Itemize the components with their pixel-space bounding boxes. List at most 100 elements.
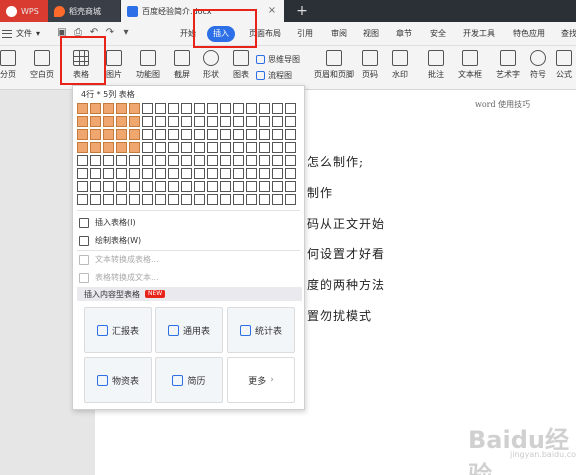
grid-cell[interactable] <box>155 155 166 166</box>
grid-cell[interactable] <box>207 155 218 166</box>
grid-cell[interactable] <box>272 168 283 179</box>
menu-special-apps[interactable]: 特色应用 <box>513 22 545 46</box>
grid-cell[interactable] <box>207 194 218 205</box>
grid-cell[interactable] <box>181 168 192 179</box>
grid-cell[interactable] <box>168 116 179 127</box>
grid-cell[interactable] <box>142 116 153 127</box>
grid-cell[interactable] <box>142 103 153 114</box>
grid-cell[interactable] <box>155 181 166 192</box>
grid-cell[interactable] <box>272 103 283 114</box>
grid-cell[interactable] <box>116 142 127 153</box>
grid-cell[interactable] <box>90 142 101 153</box>
grid-cell[interactable] <box>259 129 270 140</box>
grid-cell[interactable] <box>259 116 270 127</box>
grid-cell[interactable] <box>220 194 231 205</box>
grid-cell[interactable] <box>129 116 140 127</box>
grid-cell[interactable] <box>103 168 114 179</box>
grid-cell[interactable] <box>181 103 192 114</box>
grid-cell[interactable] <box>116 155 127 166</box>
grid-cell[interactable] <box>246 116 257 127</box>
grid-cell[interactable] <box>77 142 88 153</box>
stats-table-card[interactable]: 统计表 <box>227 307 295 353</box>
tab-docer-shop[interactable]: 稻壳商城 <box>48 0 120 22</box>
grid-cell[interactable] <box>181 181 192 192</box>
grid-cell[interactable] <box>207 129 218 140</box>
grid-cell[interactable] <box>272 155 283 166</box>
grid-cell[interactable] <box>194 155 205 166</box>
grid-cell[interactable] <box>194 168 205 179</box>
symbol-button[interactable]: 符号 <box>530 50 546 80</box>
grid-cell[interactable] <box>142 155 153 166</box>
grid-cell[interactable] <box>233 129 244 140</box>
comment-button[interactable]: 批注 <box>428 50 444 80</box>
grid-cell[interactable] <box>90 116 101 127</box>
grid-cell[interactable] <box>116 116 127 127</box>
menu-security[interactable]: 安全 <box>430 22 446 46</box>
grid-cell[interactable] <box>246 155 257 166</box>
grid-cell[interactable] <box>207 181 218 192</box>
watermark-button[interactable]: 水印 <box>392 50 408 80</box>
grid-cell[interactable] <box>155 142 166 153</box>
grid-cell[interactable] <box>181 129 192 140</box>
page-break-button[interactable]: 分页 <box>0 50 16 80</box>
grid-cell[interactable] <box>155 129 166 140</box>
grid-cell[interactable] <box>90 129 101 140</box>
insert-table-item[interactable]: 插入表格(I) <box>79 217 136 228</box>
grid-cell[interactable] <box>142 129 153 140</box>
grid-cell[interactable] <box>194 129 205 140</box>
grid-cell[interactable] <box>272 194 283 205</box>
grid-cell[interactable] <box>77 129 88 140</box>
grid-cell[interactable] <box>285 194 296 205</box>
grid-cell[interactable] <box>285 168 296 179</box>
grid-cell[interactable] <box>90 168 101 179</box>
grid-cell[interactable] <box>285 116 296 127</box>
art-text-button[interactable]: 艺术字 <box>496 50 520 80</box>
grid-cell[interactable] <box>220 142 231 153</box>
grid-cell[interactable] <box>259 155 270 166</box>
grid-cell[interactable] <box>233 155 244 166</box>
grid-cell[interactable] <box>272 129 283 140</box>
grid-cell[interactable] <box>142 168 153 179</box>
grid-cell[interactable] <box>233 103 244 114</box>
grid-cell[interactable] <box>207 116 218 127</box>
grid-cell[interactable] <box>246 142 257 153</box>
close-icon[interactable]: × <box>266 5 278 17</box>
grid-cell[interactable] <box>77 181 88 192</box>
grid-cell[interactable] <box>233 181 244 192</box>
text-to-table-item[interactable]: 文本转换成表格... <box>79 254 159 265</box>
grid-cell[interactable] <box>194 116 205 127</box>
grid-cell[interactable] <box>129 194 140 205</box>
grid-cell[interactable] <box>168 181 179 192</box>
grid-cell[interactable] <box>155 103 166 114</box>
grid-cell[interactable] <box>116 194 127 205</box>
more-icon[interactable]: ▾ <box>120 27 132 39</box>
grid-cell[interactable] <box>259 168 270 179</box>
grid-cell[interactable] <box>103 181 114 192</box>
blank-page-button[interactable]: 空白页 <box>30 50 54 80</box>
grid-cell[interactable] <box>220 168 231 179</box>
grid-cell[interactable] <box>220 116 231 127</box>
grid-cell[interactable] <box>285 155 296 166</box>
menu-references[interactable]: 引用 <box>297 22 313 46</box>
menu-chapter[interactable]: 章节 <box>396 22 412 46</box>
grid-cell[interactable] <box>181 142 192 153</box>
function-chart-button[interactable]: 功能图 <box>136 50 160 80</box>
grid-cell[interactable] <box>285 103 296 114</box>
general-table-card[interactable]: 通用表 <box>155 307 223 353</box>
grid-cell[interactable] <box>246 129 257 140</box>
grid-cell[interactable] <box>103 194 114 205</box>
grid-cell[interactable] <box>207 103 218 114</box>
grid-cell[interactable] <box>142 181 153 192</box>
shape-button[interactable]: 形状 <box>203 50 219 80</box>
file-menu[interactable]: 文件 ▾ <box>2 28 40 39</box>
chart-button[interactable]: 图表 <box>233 50 249 80</box>
grid-cell[interactable] <box>77 116 88 127</box>
grid-cell[interactable] <box>129 103 140 114</box>
new-tab-button[interactable]: + <box>292 0 312 22</box>
grid-cell[interactable] <box>168 129 179 140</box>
materials-table-card[interactable]: 物资表 <box>84 357 152 403</box>
page-number-button[interactable]: 页码 <box>362 50 378 80</box>
grid-cell[interactable] <box>77 168 88 179</box>
header-footer-button[interactable]: 页眉和页脚 <box>314 50 354 80</box>
menu-review[interactable]: 审阅 <box>331 22 347 46</box>
